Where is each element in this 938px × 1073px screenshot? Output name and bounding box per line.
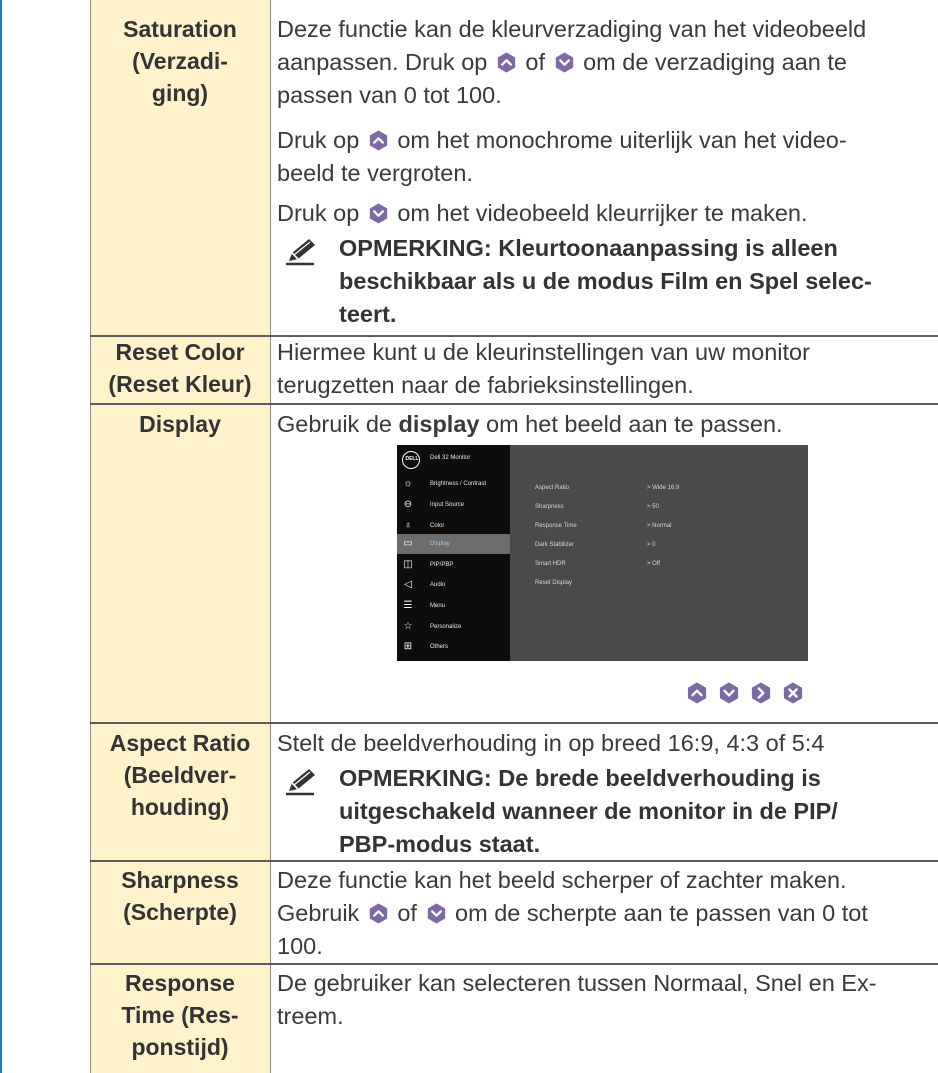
osd-title: Dell 32 Monitor (430, 455, 471, 461)
row-divider (90, 963, 938, 965)
others-icon: ⊞ (403, 641, 413, 652)
saturation-description: Deze functie kan de kleurverzadiging van… (277, 16, 867, 108)
down-icon (554, 52, 575, 73)
down-icon (426, 903, 447, 924)
osd-menu-screenshot: DELL Dell 32 Monitor ☼ Brightness / Contr… (397, 445, 808, 661)
saturation-increase-text: Druk op om het monochrome uiterlijk van … (277, 127, 847, 186)
aspect-ratio-description: Stelt de beeldverhouding in op breed 16:… (277, 730, 825, 756)
table-border-middle (270, 0, 271, 1073)
personalize-icon: ☆ (403, 621, 413, 632)
osd-value-response-time: > Normal (647, 523, 672, 529)
response-time-description: De gebruiker kan selecteren tussen Norma… (277, 970, 877, 1029)
reset-color-description: Hiermee kunt u de kleurinstellingen van … (277, 339, 810, 398)
note-pencil-icon (283, 767, 317, 797)
osd-value-smart-hdr: > Off (647, 561, 661, 567)
osd-menu-personalize[interactable]: ☆ Personalize (397, 617, 510, 637)
up-icon (368, 130, 389, 151)
osd-sidebar: DELL Dell 32 Monitor ☼ Brightness / Contr… (397, 445, 510, 661)
brightness-icon: ☼ (403, 478, 413, 489)
audio-icon: ◁ (404, 579, 412, 590)
osd-menu-pip-pbp[interactable]: ◫ PIP/PBP (397, 555, 510, 575)
up-icon[interactable] (686, 682, 708, 704)
osd-menu-input-source[interactable]: ⊖ Input Source (397, 495, 510, 515)
input-source-icon: ⊖ (403, 499, 413, 510)
menu-icon: ☰ (403, 600, 413, 611)
osd-setting-dark-stabilizer[interactable]: Dark Stabilizer (535, 542, 574, 548)
down-icon (368, 203, 389, 224)
up-icon (368, 903, 389, 924)
display-description: Gebruik de display om het beeld aan te p… (277, 411, 783, 437)
osd-menu-color[interactable]: ♁ Color (397, 516, 510, 536)
saturation-label: Saturation (Verzadi- ging) (123, 16, 237, 106)
up-icon (496, 52, 517, 73)
page-left-rule (0, 0, 2, 1073)
osd-setting-aspect-ratio[interactable]: Aspect Ratio (535, 485, 569, 491)
osd-menu-others[interactable]: ⊞ Others (397, 637, 510, 657)
display-label: Display (139, 411, 221, 437)
osd-menu-menu[interactable]: ☰ Menu (397, 596, 510, 616)
right-icon[interactable] (750, 682, 772, 704)
osd-setting-reset-display[interactable]: Reset Display (535, 580, 572, 586)
osd-value-aspect-ratio: > Wide 16:9 (647, 485, 680, 491)
color-icon: ♁ (404, 520, 412, 531)
osd-nav-buttons (686, 682, 806, 706)
note-pencil-icon (283, 237, 317, 267)
osd-menu-brightness[interactable]: ☼ Brightness / Contrast (397, 474, 510, 494)
row-divider (90, 403, 938, 405)
down-icon[interactable] (718, 682, 740, 704)
aspect-ratio-label: Aspect Ratio (Beeldver- houding) (109, 730, 251, 820)
osd-menu-display[interactable]: ▭ Display (397, 534, 510, 554)
dell-logo: DELL (402, 451, 420, 469)
saturation-decrease-text: Druk op om het videobeeld kleurrijker te… (277, 200, 808, 226)
osd-setting-response-time[interactable]: Response Time (535, 523, 577, 529)
reset-color-label: Reset Color (Reset Kleur) (108, 339, 252, 397)
response-time-label: Response Time (Res- ponstijd) (121, 970, 239, 1060)
osd-setting-smart-hdr[interactable]: Smart HDR (535, 561, 566, 567)
osd-setting-sharpness[interactable]: Sharpness (535, 504, 564, 510)
close-icon[interactable] (782, 682, 804, 704)
osd-value-dark-stabilizer: > 0 (647, 542, 656, 548)
pip-pbp-icon: ◫ (403, 559, 413, 570)
sharpness-label: Sharpness (Scherpte) (121, 867, 239, 925)
display-icon: ▭ (403, 538, 413, 549)
osd-value-sharpness: > 50 (647, 504, 659, 510)
row-divider (90, 722, 938, 724)
sharpness-description: Deze functie kan het beeld scherper of z… (277, 867, 868, 959)
osd-menu-audio[interactable]: ◁ Audio (397, 575, 510, 595)
